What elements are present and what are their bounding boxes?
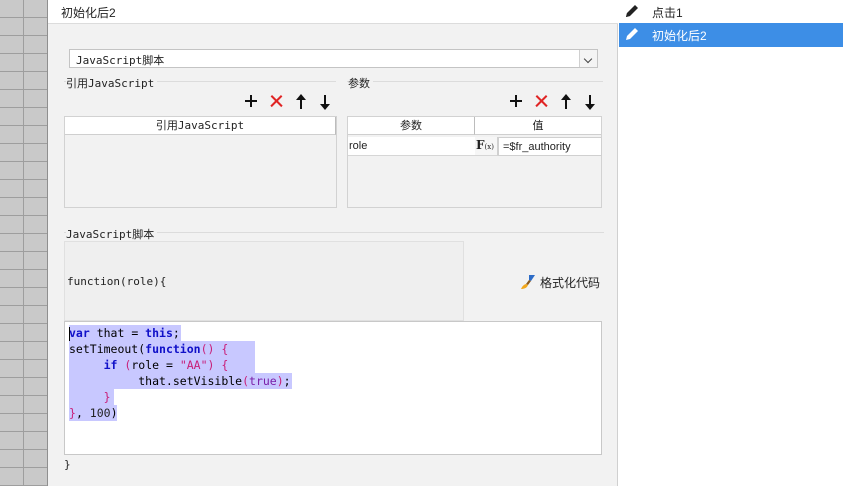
panel-title: 初始化后2	[61, 6, 116, 20]
code-line: setTimeout(function() {	[69, 342, 229, 356]
function-signature: function(role){	[67, 275, 167, 288]
event-item-label: 点击1	[652, 6, 683, 20]
event-item-label: 初始化后2	[652, 29, 707, 43]
move-up-ref-button[interactable]	[293, 94, 309, 110]
move-down-param-button[interactable]	[582, 94, 598, 110]
param-name-cell[interactable]: role	[348, 137, 475, 156]
add-param-button[interactable]	[508, 93, 524, 109]
spreadsheet-grid-strip	[0, 0, 48, 486]
format-code-button[interactable]: 格式化代码	[520, 273, 600, 291]
value-column-header: 值	[475, 117, 601, 135]
divider	[347, 81, 603, 82]
ref-js-column-header: 引用JavaScript	[65, 117, 336, 135]
params-table: 参数 值 role F(x) =$fr_authority	[347, 116, 602, 208]
formula-icon: F(x)	[476, 138, 494, 152]
scrollbar[interactable]	[843, 0, 853, 486]
code-line: }	[103, 390, 111, 404]
pencil-icon	[626, 5, 638, 17]
function-closing-brace: }	[64, 458, 71, 471]
event-list: 点击1 初始化后2	[619, 0, 853, 486]
move-down-ref-button[interactable]	[317, 94, 333, 110]
event-item-click[interactable]: 点击1	[619, 0, 843, 24]
delete-param-button[interactable]	[533, 93, 549, 109]
panel-title-bar: 初始化后2	[48, 0, 618, 24]
format-code-label: 格式化代码	[540, 275, 601, 290]
function-signature-box: function(role){	[64, 241, 464, 321]
code-editor[interactable]: var that = this; setTimeout(function() {…	[64, 321, 602, 455]
delete-ref-button[interactable]	[268, 93, 284, 109]
pencil-icon	[626, 28, 638, 40]
text-caret	[69, 327, 70, 341]
param-value-cell[interactable]: =$fr_authority	[498, 137, 602, 156]
code-line: if (role = "AA") {	[103, 358, 229, 372]
code-line: that.setVisible(true);	[69, 374, 291, 388]
add-ref-button[interactable]	[243, 93, 259, 109]
script-section-label: JavaScript脚本	[66, 226, 158, 242]
formula-button[interactable]: F(x)	[475, 137, 498, 156]
event-editor-panel: 初始化后2 JavaScript脚本 引用JavaScript 引用JavaSc…	[48, 0, 618, 486]
ref-js-table: 引用JavaScript	[64, 116, 337, 208]
event-item-after-init[interactable]: 初始化后2	[619, 23, 843, 47]
script-type-select[interactable]: JavaScript脚本	[69, 49, 598, 68]
chevron-down-icon[interactable]	[579, 50, 597, 67]
param-column-header: 参数	[348, 117, 475, 135]
params-label: 参数	[348, 75, 373, 91]
script-type-value: JavaScript脚本	[76, 54, 165, 67]
code-line: var that = this;	[69, 326, 180, 340]
ref-js-label: 引用JavaScript	[66, 75, 158, 91]
move-up-param-button[interactable]	[558, 94, 574, 110]
code-line: }, 100)	[69, 406, 118, 420]
brush-icon	[521, 275, 535, 289]
